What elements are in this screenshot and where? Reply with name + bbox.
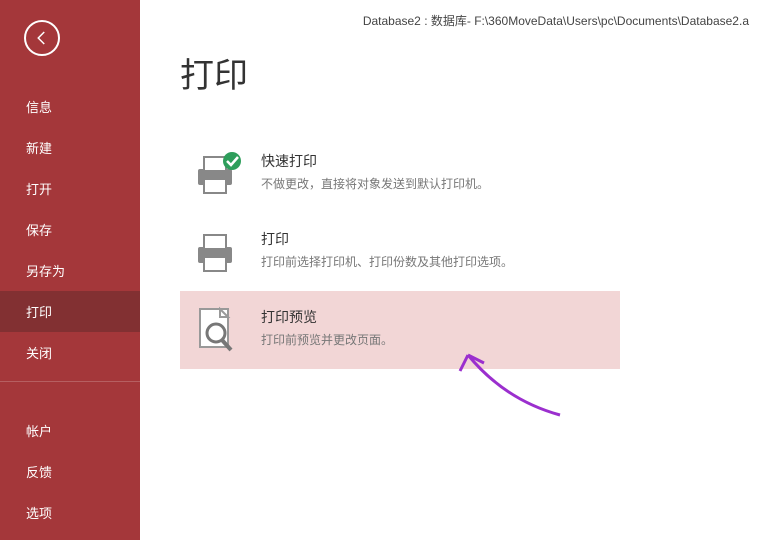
- nav-save[interactable]: 保存: [0, 209, 140, 250]
- nav-info[interactable]: 信息: [0, 86, 140, 127]
- option-print-desc: 打印前选择打印机、打印份数及其他打印选项。: [261, 253, 513, 270]
- option-print-text: 打印 打印前选择打印机、打印份数及其他打印选项。: [261, 227, 513, 270]
- app-root: 信息 新建 打开 保存 另存为 打印 关闭 帐户 反馈 选项 Database2…: [0, 0, 759, 540]
- option-quick-print[interactable]: 快速打印 不做更改，直接将对象发送到默认打印机。: [180, 135, 620, 213]
- option-quick-text: 快速打印 不做更改，直接将对象发送到默认打印机。: [261, 149, 489, 192]
- nav-saveas[interactable]: 另存为: [0, 250, 140, 291]
- option-print[interactable]: 打印 打印前选择打印机、打印份数及其他打印选项。: [180, 213, 620, 291]
- option-quick-desc: 不做更改，直接将对象发送到默认打印机。: [261, 175, 489, 192]
- nav-options[interactable]: 选项: [0, 492, 140, 533]
- nav-list-bottom: 帐户 反馈 选项: [0, 410, 140, 533]
- window-title: Database2 : 数据库- F:\360MoveData\Users\pc…: [363, 12, 749, 29]
- back-arrow-icon: [33, 29, 51, 47]
- page-magnify-icon: [190, 305, 245, 355]
- option-preview-desc: 打印前预览并更改页面。: [261, 331, 393, 348]
- option-preview-title: 打印预览: [261, 307, 393, 327]
- backstage-sidebar: 信息 新建 打开 保存 另存为 打印 关闭 帐户 反馈 选项: [0, 0, 140, 540]
- nav-separator: [0, 381, 140, 382]
- nav-open[interactable]: 打开: [0, 168, 140, 209]
- option-preview-text: 打印预览 打印前预览并更改页面。: [261, 305, 393, 348]
- content: 打印 快速打印 不做更改，直接将对象发送到默认打印: [140, 0, 759, 369]
- nav-feedback[interactable]: 反馈: [0, 451, 140, 492]
- option-print-preview[interactable]: 打印预览 打印前预览并更改页面。: [180, 291, 620, 369]
- page-title: 打印: [180, 48, 759, 97]
- nav-account[interactable]: 帐户: [0, 410, 140, 451]
- nav-close[interactable]: 关闭: [0, 332, 140, 373]
- nav-new[interactable]: 新建: [0, 127, 140, 168]
- main-area: Database2 : 数据库- F:\360MoveData\Users\pc…: [140, 0, 759, 540]
- printer-quick-icon: [190, 149, 245, 199]
- printer-icon: [190, 227, 245, 277]
- nav-print[interactable]: 打印: [0, 291, 140, 332]
- back-button[interactable]: [24, 20, 60, 56]
- nav-list: 信息 新建 打开 保存 另存为 打印 关闭: [0, 86, 140, 373]
- option-quick-title: 快速打印: [261, 151, 489, 171]
- print-options: 快速打印 不做更改，直接将对象发送到默认打印机。 打印 打印: [180, 135, 759, 369]
- option-print-title: 打印: [261, 229, 513, 249]
